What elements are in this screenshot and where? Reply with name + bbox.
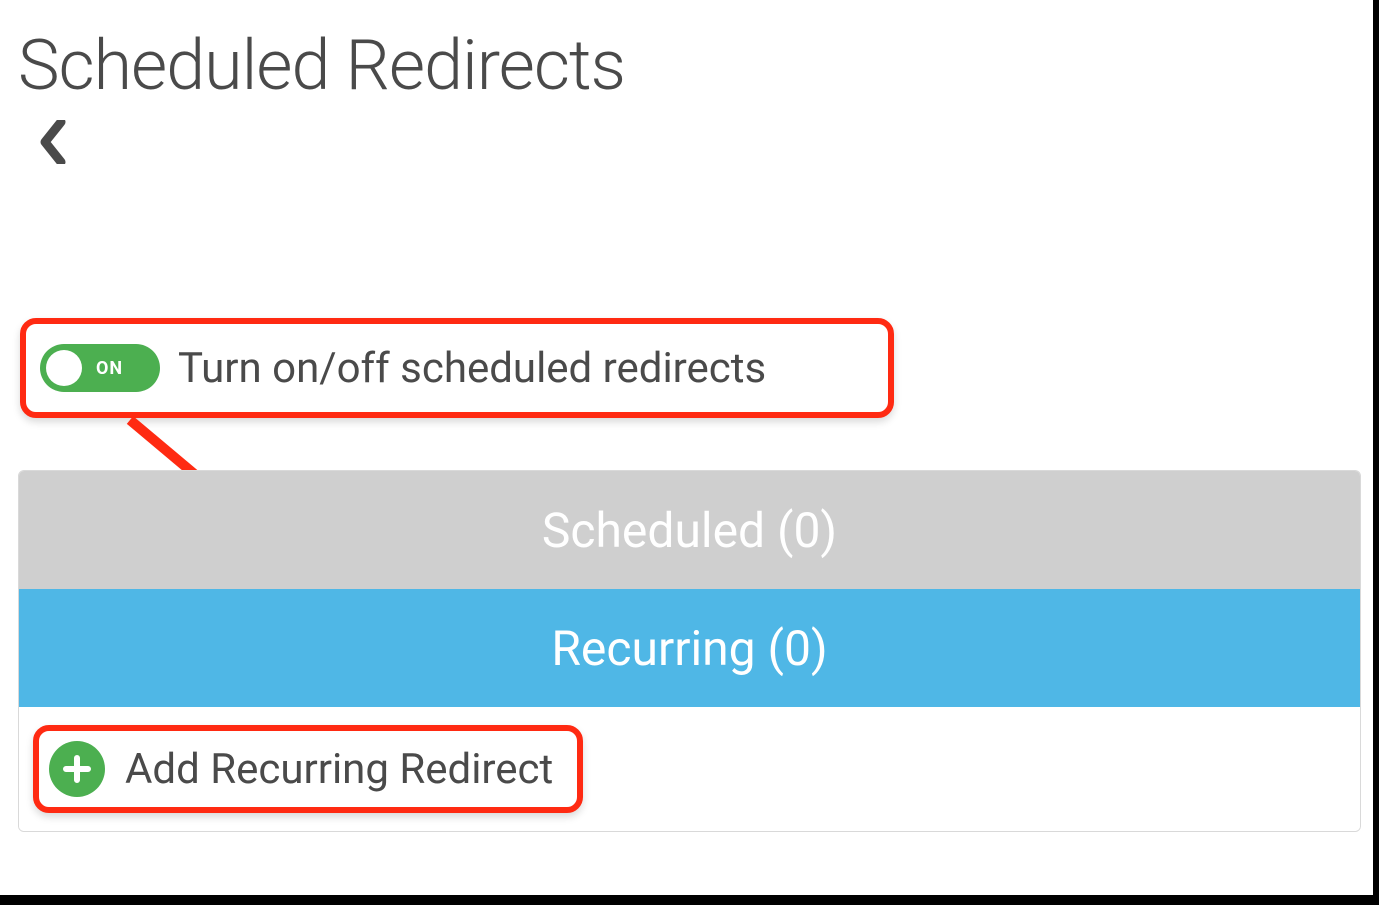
frame-right-border (1373, 0, 1379, 905)
add-recurring-redirect-button[interactable]: Add Recurring Redirect (33, 725, 583, 813)
plus-icon (62, 754, 92, 784)
toggle-knob (46, 350, 82, 386)
page-title: Scheduled Redirects (18, 25, 1361, 107)
plus-circle-icon (49, 741, 105, 797)
redirect-tabs-panel: Scheduled (0) Recurring (0) Add Recurrin… (18, 470, 1361, 832)
toggle-state-text: ON (96, 358, 123, 379)
tab-recurring[interactable]: Recurring (0) (19, 589, 1360, 707)
tab-recurring-label: Recurring (0) (551, 620, 827, 677)
add-row: Add Recurring Redirect (19, 707, 1360, 831)
toggle-highlight-annotation: ON Turn on/off scheduled redirects (20, 318, 894, 418)
tab-scheduled[interactable]: Scheduled (0) (19, 471, 1360, 589)
toggle-label: Turn on/off scheduled redirects (178, 344, 766, 393)
scheduled-redirects-toggle[interactable]: ON (40, 344, 160, 392)
tab-scheduled-label: Scheduled (0) (542, 502, 837, 559)
add-recurring-label: Add Recurring Redirect (125, 745, 553, 794)
chevron-left-icon (39, 120, 67, 164)
back-button[interactable] (28, 117, 78, 167)
frame-bottom-border (0, 895, 1379, 905)
